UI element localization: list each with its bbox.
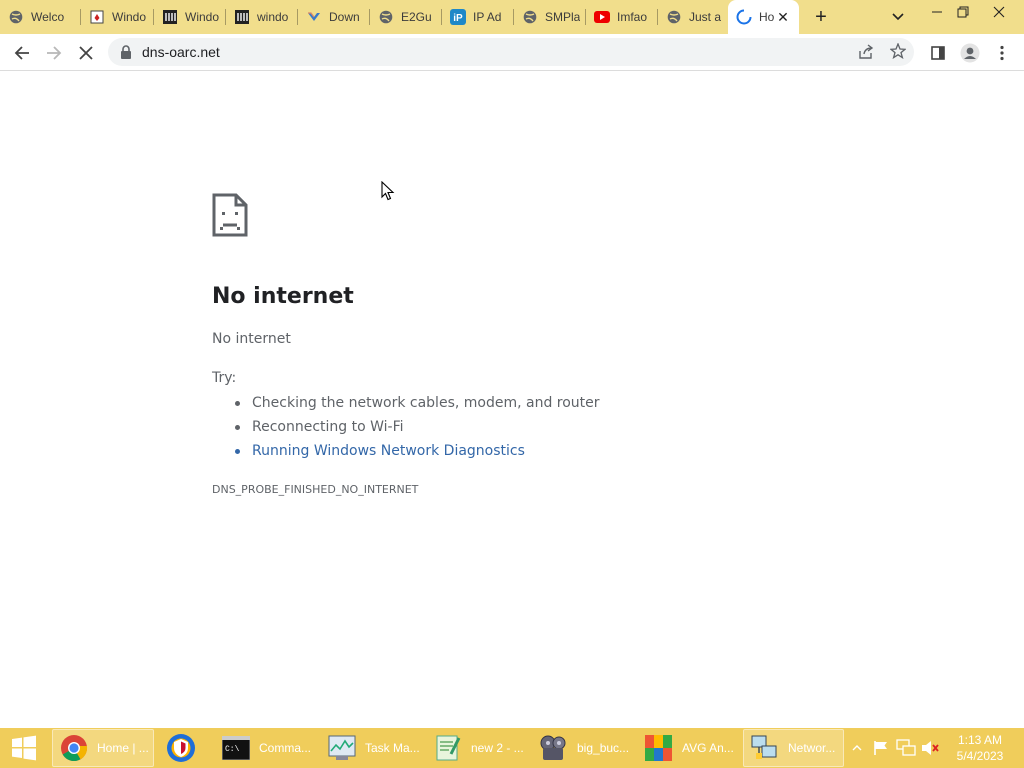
chrome-icon [59, 733, 89, 763]
tab-title: Imfao [617, 10, 648, 24]
globe-icon [378, 9, 394, 25]
tab-4[interactable]: windo [226, 0, 298, 34]
taskbar-item-label: AVG An... [682, 741, 734, 755]
tab-title: E2Gu [401, 10, 432, 24]
clock-date: 5/4/2023 [956, 749, 1004, 763]
tab-3[interactable]: Windo [154, 0, 226, 34]
taskbar-clock[interactable]: 1:13 AM 5/4/2023 [944, 732, 1016, 764]
tab-strip: Welco Windo Windo windo Down E2Gu iP IP … [0, 0, 1024, 34]
cmd-icon: C:\ [221, 733, 251, 763]
tab-title: Down [329, 10, 360, 24]
tab-9[interactable]: Imfao [586, 0, 658, 34]
taskbar-item-media-player[interactable]: big_buc... [533, 729, 635, 767]
ip-icon: iP [450, 9, 466, 25]
error-code: DNS_PROBE_FINISHED_NO_INTERNET [212, 483, 419, 496]
globe-icon [666, 9, 682, 25]
tab-title: windo [257, 10, 289, 24]
mouse-cursor-icon [381, 180, 395, 201]
forward-button[interactable] [41, 40, 67, 66]
taskbar-item-command-prompt[interactable]: C:\ Comma... [215, 729, 317, 767]
tab-6[interactable]: E2Gu [370, 0, 442, 34]
browser-shield-icon [166, 733, 196, 763]
taskbar-item-notepad-plus[interactable]: new 2 - ... [427, 729, 529, 767]
close-window-button[interactable] [984, 0, 1014, 24]
sad-page-icon [212, 193, 248, 237]
url-text[interactable]: dns-oarc.net [142, 44, 220, 60]
windows-logo-icon [12, 735, 36, 761]
tab-title: IP Ad [473, 10, 502, 24]
browser-toolbar: dns-oarc.net [0, 34, 1024, 71]
side-panel-icon[interactable] [925, 40, 951, 66]
network-diagnostics-link[interactable]: Running Windows Network Diagnostics [232, 439, 600, 463]
tab-title: Just a [689, 10, 722, 24]
browser-window: Welco Windo Windo windo Down E2Gu iP IP … [0, 0, 1024, 728]
error-title: No internet [212, 284, 354, 309]
show-hidden-icons-button[interactable] [848, 728, 866, 768]
page-content: No internet No internet Try: Checking th… [0, 71, 1024, 728]
bookmark-star-icon[interactable] [889, 42, 907, 60]
download-site-icon [306, 9, 322, 25]
archive-icon [162, 9, 178, 25]
task-manager-icon [327, 733, 357, 763]
taskbar-item-chrome[interactable]: Home | ... [52, 729, 154, 767]
globe-icon [522, 9, 538, 25]
taskbar-item-shield-browser[interactable] [160, 729, 210, 767]
share-icon[interactable] [858, 44, 874, 60]
taskbar-item-label: big_buc... [577, 741, 630, 755]
svg-text:C:\: C:\ [225, 745, 240, 754]
back-button[interactable] [9, 40, 35, 66]
taskbar-item-task-manager[interactable]: Task Ma... [321, 729, 423, 767]
start-button[interactable] [0, 728, 48, 768]
notepad-plus-icon [433, 733, 463, 763]
address-bar[interactable]: dns-oarc.net [108, 38, 914, 66]
tab-5[interactable]: Down [298, 0, 370, 34]
profile-avatar-icon[interactable] [957, 40, 983, 66]
try-label: Try: [212, 370, 237, 386]
tab-title: Welco [31, 10, 65, 24]
tab-title: Windo [112, 10, 147, 24]
close-tab-icon[interactable]: ✕ [775, 9, 791, 25]
taskbar-item-network[interactable]: Networ... [743, 729, 844, 767]
avg-icon [644, 733, 674, 763]
cards-icon [89, 9, 105, 25]
media-player-icon [539, 733, 569, 763]
menu-kebab-icon[interactable] [989, 40, 1015, 66]
action-center-flag-icon[interactable] [870, 728, 892, 768]
suggestion-reconnect-wifi: Reconnecting to Wi-Fi [232, 415, 600, 439]
taskbar-item-label: Home | ... [97, 741, 149, 755]
tab-8[interactable]: SMPla [514, 0, 586, 34]
lock-icon[interactable] [120, 45, 132, 59]
taskbar-item-avg[interactable]: AVG An... [638, 729, 740, 767]
tab-1[interactable]: Welco [0, 0, 81, 34]
tab-active[interactable]: Ho ✕ [728, 0, 799, 34]
tab-title: SMPla [545, 10, 581, 24]
restore-button[interactable] [948, 0, 978, 24]
suggestion-check-cables: Checking the network cables, modem, and … [232, 391, 600, 415]
svg-text:iP: iP [453, 13, 463, 24]
globe-icon [8, 9, 24, 25]
suggestions-list: Checking the network cables, modem, and … [232, 391, 600, 463]
new-tab-button[interactable]: + [810, 6, 832, 28]
taskbar: Home | ... C:\ Comma... Task Ma... new 2… [0, 728, 1024, 768]
archive-icon [234, 9, 250, 25]
tab-10[interactable]: Just a [658, 0, 728, 34]
clock-time: 1:13 AM [957, 733, 1003, 747]
tab-title: Windo [185, 10, 220, 24]
tab-7[interactable]: iP IP Ad [442, 0, 514, 34]
error-subtitle: No internet [212, 331, 291, 347]
chevron-down-icon[interactable] [888, 8, 908, 26]
youtube-icon [594, 9, 610, 25]
volume-muted-icon[interactable] [918, 728, 942, 768]
loading-icon [736, 9, 752, 25]
network-tray-icon[interactable] [894, 728, 918, 768]
tab-2[interactable]: Windo [81, 0, 154, 34]
network-icon [750, 733, 780, 763]
taskbar-item-label: Networ... [788, 741, 836, 755]
taskbar-item-label: Task Ma... [365, 741, 420, 755]
taskbar-item-label: Comma... [259, 741, 312, 755]
stop-loading-button[interactable] [73, 40, 99, 66]
taskbar-item-label: new 2 - ... [471, 741, 524, 755]
